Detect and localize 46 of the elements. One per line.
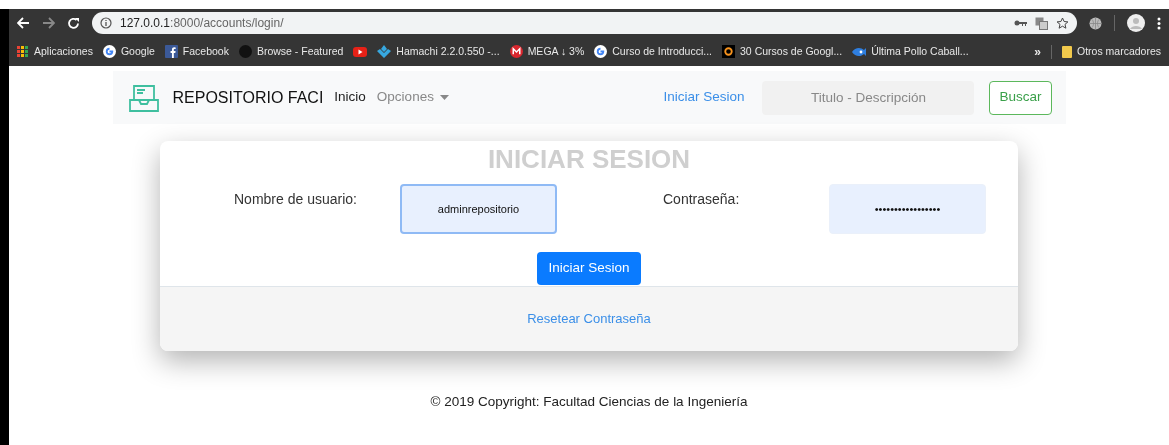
- address-bar[interactable]: 127.0.0.1:8000/accounts/login/: [92, 12, 1077, 34]
- f-logo-icon: [164, 45, 178, 58]
- input-field[interactable]: •••••••••••••••••: [829, 184, 986, 234]
- nav-link[interactable]: Inicio: [334, 87, 366, 108]
- apps-grid-icon: [17, 45, 29, 58]
- bookmark-item[interactable]: 30 Cursos de Googl...: [722, 43, 843, 60]
- overflow-chevron[interactable]: »: [1034, 42, 1041, 61]
- bookmark-item[interactable]: Google: [102, 43, 155, 60]
- bookmark-item[interactable]: [353, 46, 368, 57]
- back-arrow-icon[interactable]: [17, 17, 30, 29]
- bookmark-folder[interactable]: Otros marcadores: [1061, 43, 1161, 60]
- globe-icon[interactable]: [1089, 16, 1102, 30]
- diamond-logo-icon: [377, 45, 392, 58]
- caret-icon: [439, 95, 449, 100]
- forward-arrow-icon[interactable]: [42, 17, 55, 29]
- bookmark-item[interactable]: Hamachi 2.2.0.550 -...: [377, 43, 500, 60]
- g-logo-icon: [102, 45, 116, 58]
- reload-icon[interactable]: [67, 16, 80, 30]
- folder-icon: [1061, 45, 1072, 58]
- star-icon[interactable]: [1056, 16, 1069, 30]
- login-button[interactable]: Iniciar Sesion: [537, 252, 641, 285]
- brand-name[interactable]: REPOSITORIO FACI: [172, 85, 324, 110]
- bookmark-item[interactable]: Última Pollo Caball...: [852, 43, 969, 60]
- bookmark-item[interactable]: MEGA ↓ 3%: [509, 43, 585, 60]
- play-logo-icon: [353, 46, 368, 57]
- input-field[interactable]: adminrepositorio: [400, 184, 557, 234]
- field-label: Nombre de usuario:: [234, 190, 358, 209]
- fish-logo-icon: [852, 46, 867, 57]
- bookmark-item[interactable]: Aplicaciones: [17, 43, 93, 60]
- bookmark-item[interactable]: Browse - Featured: [238, 43, 344, 60]
- search-field[interactable]: Titulo - Descripción: [762, 80, 975, 115]
- translate-icon[interactable]: [1035, 16, 1048, 30]
- info-icon: [100, 17, 112, 29]
- round-logo-icon: [238, 45, 252, 58]
- avatar-icon[interactable]: [1127, 14, 1145, 32]
- bookmark-item[interactable]: Curso de Introducci...: [594, 43, 713, 60]
- key-icon[interactable]: [1014, 19, 1027, 27]
- ring-logo-icon: [722, 45, 736, 58]
- footer-copyright: © 2019 Copyright: Facultad Ciencias de la Ingeniería: [430, 393, 748, 411]
- dropdown-toggle[interactable]: Opciones: [376, 87, 449, 108]
- field-label: Contraseña:: [663, 190, 741, 209]
- m-logo-icon: [509, 45, 523, 58]
- menu-icon[interactable]: [1157, 16, 1161, 30]
- url-text: 127.0.0.1:8000/accounts/login/: [120, 15, 284, 32]
- g-logo-icon: [594, 45, 608, 58]
- bookmark-item[interactable]: Facebook: [164, 43, 229, 60]
